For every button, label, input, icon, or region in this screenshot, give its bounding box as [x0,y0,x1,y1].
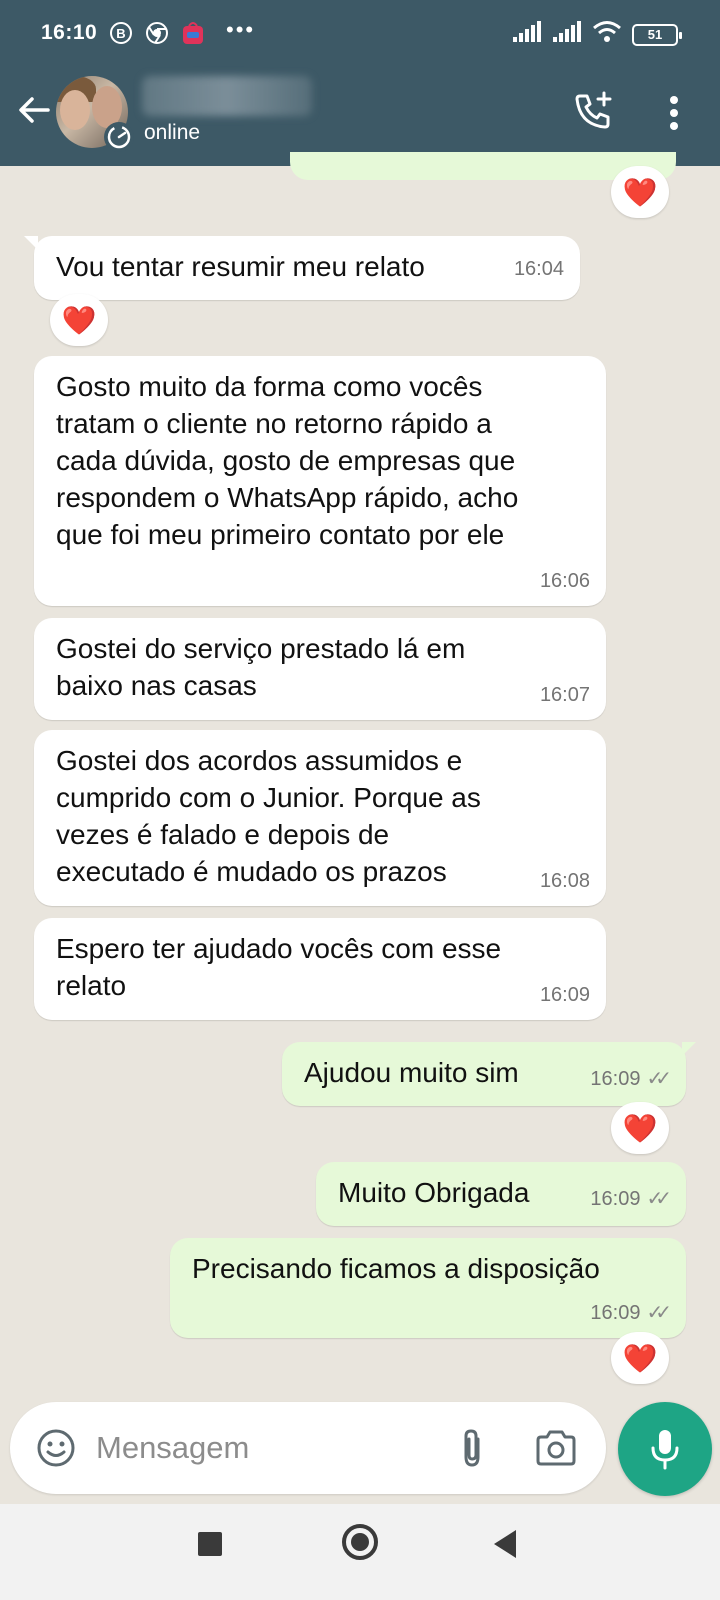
attach-button[interactable] [448,1424,496,1472]
heart-reaction: ❤️ [61,304,97,336]
add-call-icon [575,91,612,129]
system-status-icons: 51 [512,20,682,49]
svg-text:B: B [116,26,125,41]
contact-name-redacted[interactable] [142,76,312,116]
home-button[interactable] [342,1524,378,1560]
more-notifications-indicator: ••• [226,17,256,42]
double-check-icon: ✓✓ [646,1188,671,1210]
message-meta: 16:04 [514,251,564,288]
message-reaction[interactable]: ❤️ [50,294,108,346]
message-composer [10,1402,606,1494]
message-bubble-incoming[interactable]: Gostei dos acordos assumidos e cumprido … [34,730,606,906]
chrome-icon [144,20,170,46]
shopping-app-icon [180,20,206,46]
status-bar: 16:10 B ••• 51 [0,0,720,70]
message-meta: 16:06 [540,563,590,600]
message-meta: 16:09 ✓✓ [590,1061,671,1098]
message-bubble-incoming[interactable]: Vou tentar resumir meu relato 16:04 [24,236,580,300]
message-time: 16:04 [513,258,564,280]
camera-button[interactable] [530,1424,582,1472]
status-time: 16:10 [41,21,98,44]
message-meta: 16:07 [540,677,590,714]
status-update-icon [104,122,134,152]
message-meta: 16:09 [540,977,590,1014]
double-check-icon: ✓✓ [646,1068,671,1090]
notification-icons: B [108,20,206,46]
battery-indicator: 51 [632,23,682,46]
message-text: Vou tentar resumir meu relato [56,251,425,282]
business-b-icon: B [108,20,134,46]
message-text: Gostei do serviço prestado lá em baixo n… [56,633,466,701]
message-bubble-outgoing[interactable]: Precisando ficamos a disposição 16:09 ✓✓ [170,1238,686,1338]
signal-icon [512,21,542,48]
message-time: 16:09 [539,984,590,1006]
avatar-photo-face [60,90,90,130]
more-vert-icon [670,96,678,130]
message-text: Gosto muito da forma como vocês tratam o… [56,371,519,550]
message-reaction[interactable]: ❤️ [611,166,669,218]
emoji-icon [37,1429,75,1467]
message-meta: 16:08 [540,863,590,900]
message-time: 16:07 [539,684,590,706]
message-text: Espero ter ajudado vocês com esse relato [56,933,502,1001]
paperclip-icon [464,1429,480,1467]
message-time: 16:09 [590,1188,641,1210]
message-meta: 16:09 ✓✓ [590,1295,671,1332]
message-bubble-incoming[interactable]: Gostei do serviço prestado lá em baixo n… [34,618,606,720]
wifi-icon [592,20,622,49]
bubble-tail [24,236,38,250]
message-input[interactable] [96,1424,426,1472]
message-text: Precisando ficamos a disposição [192,1253,600,1284]
chat-area[interactable]: ❤️ Vou tentar resumir meu relato 16:04 ❤… [0,152,720,1400]
camera-icon [536,1430,576,1466]
message-reaction[interactable]: ❤️ [611,1332,669,1384]
heart-reaction: ❤️ [622,176,658,208]
double-check-icon: ✓✓ [646,1302,671,1324]
recent-apps-button[interactable] [198,1532,222,1556]
message-time: 16:08 [539,870,590,892]
top-bar: 16:10 B ••• 51 online [0,0,720,166]
message-reaction[interactable]: ❤️ [611,1102,669,1154]
microphone-icon [651,1430,679,1470]
back-button[interactable] [14,90,54,130]
heart-reaction: ❤️ [622,1342,658,1374]
message-bubble-outgoing[interactable]: Muito Obrigada 16:09 ✓✓ [316,1162,686,1226]
bubble-tail [682,1042,696,1056]
system-back-button[interactable] [494,1530,516,1558]
voice-message-button[interactable] [618,1402,712,1496]
message-time: 16:09 [590,1068,641,1090]
add-call-button[interactable] [570,88,616,134]
message-time: 16:06 [539,570,590,592]
message-time: 16:09 [590,1302,641,1324]
arrow-left-icon [19,97,50,123]
message-meta: 16:09 ✓✓ [590,1181,671,1218]
message-text: Gostei dos acordos assumidos e cumprido … [56,745,481,887]
signal-icon-2 [552,21,582,48]
heart-reaction: ❤️ [622,1112,658,1144]
message-bubble-incoming[interactable]: Espero ter ajudado vocês com esse relato… [34,918,606,1020]
message-bubble-incoming[interactable]: Gosto muito da forma como vocês tratam o… [34,356,606,606]
system-nav-bar [0,1504,720,1600]
emoji-button[interactable] [32,1424,80,1472]
more-options-button[interactable] [656,90,692,136]
contact-presence: online [144,121,201,144]
message-bubble-outgoing[interactable]: Ajudou muito sim 16:09 ✓✓ [282,1042,696,1106]
